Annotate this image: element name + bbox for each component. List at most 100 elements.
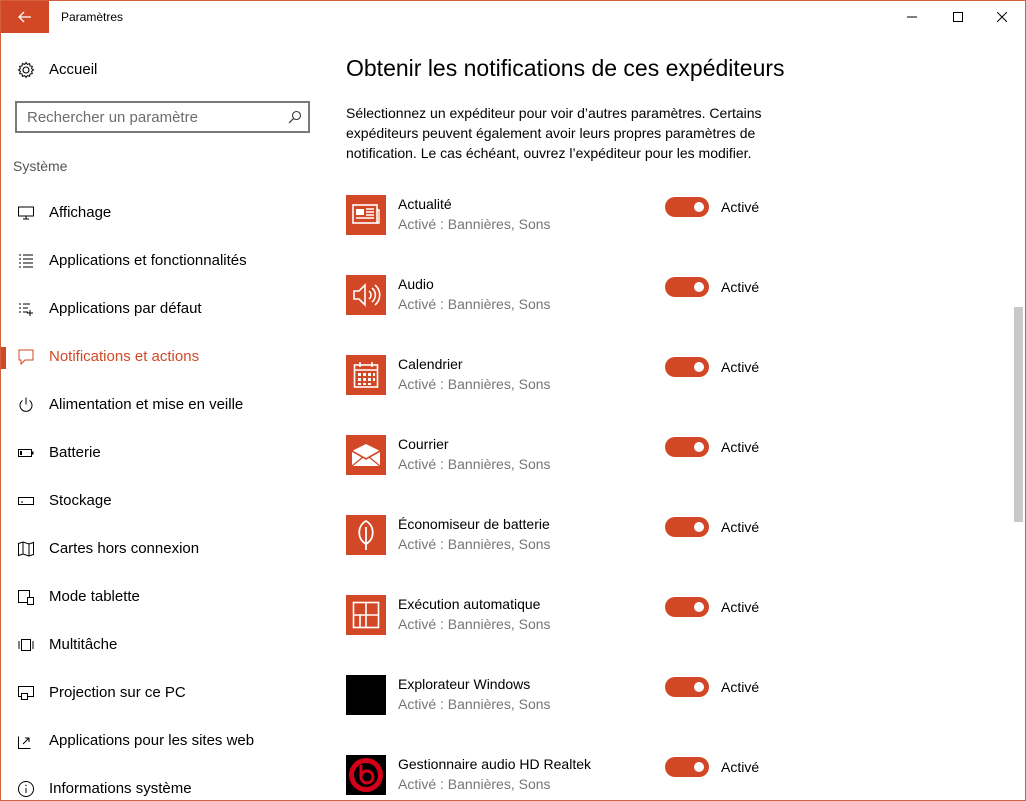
notification-icon: [18, 349, 34, 366]
scrollbar-thumb[interactable]: [1014, 307, 1023, 522]
sender-row[interactable]: Exécution automatique Activé : Bannières…: [346, 595, 1006, 655]
search-box[interactable]: [15, 101, 310, 133]
info-icon: [18, 781, 34, 797]
sender-name: Gestionnaire audio HD Realtek: [398, 756, 591, 772]
main-content: Obtenir les notifications de ces expédit…: [346, 33, 1006, 800]
toggle-switch[interactable]: [665, 197, 709, 217]
app-icon-tile: [346, 355, 386, 395]
back-arrow-icon: [18, 11, 31, 23]
sender-row[interactable]: Gestionnaire audio HD Realtek Activé : B…: [346, 755, 1006, 800]
sender-row[interactable]: Actualité Activé : Bannières, Sons Activ…: [346, 195, 1006, 255]
toggle-label: Activé: [721, 679, 760, 695]
toggle-label: Activé: [721, 279, 760, 295]
speaker-icon: [353, 283, 381, 307]
toggle-label: Activé: [721, 519, 760, 535]
toggle-switch[interactable]: [665, 517, 709, 537]
default-apps-icon: [19, 303, 33, 316]
sidebar-item-projection[interactable]: Projection sur ce PC: [1, 673, 321, 713]
sidebar-item-default-apps[interactable]: Applications par défaut: [1, 289, 321, 329]
sidebar: Accueil Système Affichage Applications e…: [1, 33, 321, 800]
app-icon-tile: [346, 195, 386, 235]
sender-row[interactable]: Explorateur Windows Activé : Bannières, …: [346, 675, 1006, 735]
toggle-knob: [694, 202, 704, 212]
mail-icon: [351, 444, 381, 467]
toggle-switch[interactable]: [665, 597, 709, 617]
toggle-knob: [694, 682, 704, 692]
minimize-button[interactable]: [889, 1, 935, 33]
sidebar-item-storage[interactable]: Stockage: [1, 481, 321, 521]
sidebar-item-label: Affichage: [49, 204, 112, 221]
title-bar: Paramètres: [1, 1, 1025, 33]
back-button[interactable]: [1, 1, 49, 33]
sender-row[interactable]: Économiseur de batterie Activé : Bannièr…: [346, 515, 1006, 575]
search-input[interactable]: [17, 103, 277, 131]
battery-saver-icon: [358, 519, 374, 550]
sidebar-item-label: Projection sur ce PC: [49, 684, 186, 701]
toggle-label: Activé: [721, 439, 760, 455]
toggle-switch[interactable]: [665, 357, 709, 377]
sidebar-item-web-apps[interactable]: Applications pour les sites web: [1, 721, 321, 761]
sidebar-item-label: Applications pour les sites web: [49, 732, 255, 749]
window-title: Paramètres: [61, 10, 124, 24]
sidebar-item-system-info[interactable]: Informations système: [1, 769, 321, 800]
news-icon: [352, 204, 380, 224]
toggle-label: Activé: [721, 359, 760, 375]
sidebar-item-label: Stockage: [49, 492, 112, 509]
section-label: Système: [13, 158, 68, 174]
sidebar-item-tablet[interactable]: Mode tablette: [1, 577, 321, 617]
storage-icon: [18, 497, 34, 505]
battery-icon: [18, 449, 34, 457]
power-icon: [19, 397, 33, 412]
monitor-icon: [18, 206, 34, 220]
sidebar-item-affichage[interactable]: Affichage: [1, 193, 321, 233]
tablet-icon: [18, 590, 34, 605]
sidebar-item-label: Applications par défaut: [49, 300, 202, 317]
home-label: Accueil: [49, 61, 98, 78]
page-title: Obtenir les notifications de ces expédit…: [346, 55, 785, 81]
sidebar-item-label: Alimentation et mise en veille: [49, 396, 244, 413]
sender-name: Exécution automatique: [398, 596, 541, 612]
sidebar-item-label: Batterie: [49, 444, 101, 461]
sender-row[interactable]: Courrier Activé : Bannières, Sons Activé: [346, 435, 1006, 495]
close-icon: [997, 12, 1007, 22]
toggle-switch[interactable]: [665, 437, 709, 457]
sidebar-item-battery[interactable]: Batterie: [1, 433, 321, 473]
toggle-switch[interactable]: [665, 677, 709, 697]
home-link[interactable]: Accueil: [1, 55, 321, 85]
vertical-scrollbar[interactable]: [1012, 33, 1025, 800]
sender-status: Activé : Bannières, Sons: [398, 376, 551, 392]
app-icon-tile: [346, 435, 386, 475]
sender-row[interactable]: Audio Activé : Bannières, Sons Activé: [346, 275, 1006, 335]
toggle-knob: [694, 762, 704, 772]
sidebar-item-label: Informations système: [49, 780, 192, 797]
maximize-button[interactable]: [935, 1, 981, 33]
web-apps-icon: [18, 736, 31, 749]
sidebar-item-notifications[interactable]: Notifications et actions: [1, 337, 321, 377]
gear-icon: [17, 61, 35, 79]
autoplay-icon: [352, 601, 380, 629]
minimize-icon: [907, 16, 917, 18]
search-icon[interactable]: [288, 110, 302, 124]
sender-name: Calendrier: [398, 356, 463, 372]
sidebar-item-applications[interactable]: Applications et fonctionnalités: [1, 241, 321, 281]
sender-status: Activé : Bannières, Sons: [398, 216, 551, 232]
sender-name: Audio: [398, 276, 434, 292]
sidebar-item-multitask[interactable]: Multitâche: [1, 625, 321, 665]
sender-status: Activé : Bannières, Sons: [398, 776, 551, 792]
sidebar-item-label: Cartes hors connexion: [49, 540, 200, 557]
toggle-switch[interactable]: [665, 757, 709, 777]
settings-window: Paramètres Accueil Système: [0, 0, 1026, 801]
app-icon-tile: [346, 755, 386, 795]
toggle-knob: [694, 282, 704, 292]
sidebar-item-power[interactable]: Alimentation et mise en veille: [1, 385, 321, 425]
sidebar-item-maps[interactable]: Cartes hors connexion: [1, 529, 321, 569]
toggle-switch[interactable]: [665, 277, 709, 297]
sender-row[interactable]: Calendrier Activé : Bannières, Sons Acti…: [346, 355, 1006, 415]
map-icon: [18, 541, 34, 557]
app-list-icon: [19, 254, 33, 268]
app-icon-tile: [346, 275, 386, 315]
toggle-label: Activé: [721, 759, 760, 775]
app-icon-tile: [346, 515, 386, 555]
close-button[interactable]: [979, 1, 1025, 33]
sender-status: Activé : Bannières, Sons: [398, 296, 551, 312]
